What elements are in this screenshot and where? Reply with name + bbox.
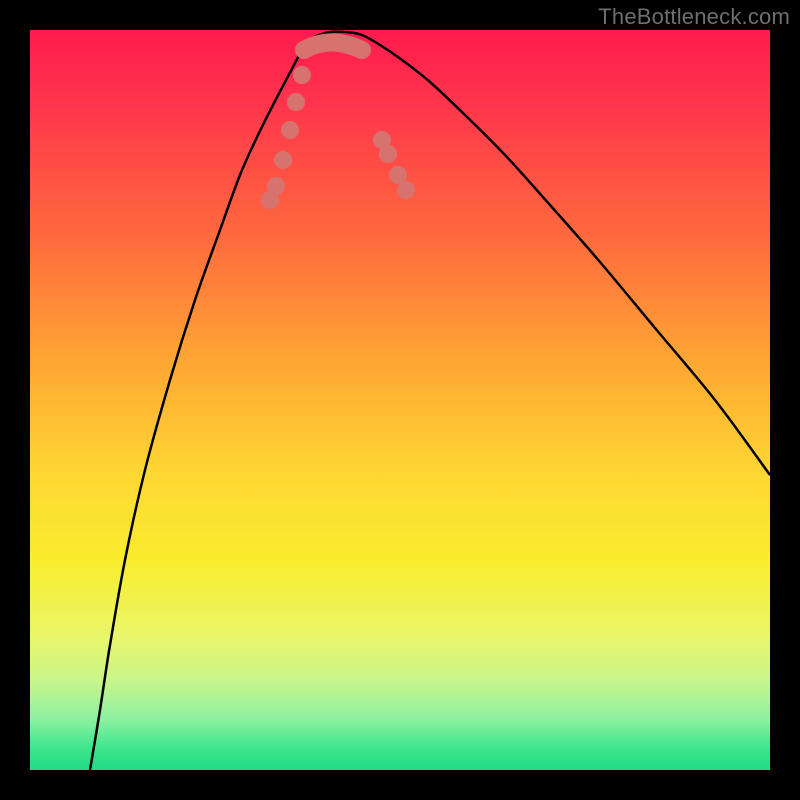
beads-bottom-segment	[304, 43, 362, 51]
bead-dot	[397, 181, 415, 199]
bead-dot	[293, 66, 311, 84]
curve-svg	[30, 30, 770, 770]
bead-dot	[281, 121, 299, 139]
bead-dot	[274, 151, 292, 169]
plot-area	[30, 30, 770, 770]
beads-right	[373, 131, 415, 199]
watermark-text: TheBottleneck.com	[598, 4, 790, 30]
beads-left	[261, 66, 311, 209]
bead-dot	[379, 145, 397, 163]
outer-frame: TheBottleneck.com	[0, 0, 800, 800]
bead-dot	[287, 93, 305, 111]
bead-dot	[267, 177, 285, 195]
bottleneck-curve	[90, 32, 770, 770]
